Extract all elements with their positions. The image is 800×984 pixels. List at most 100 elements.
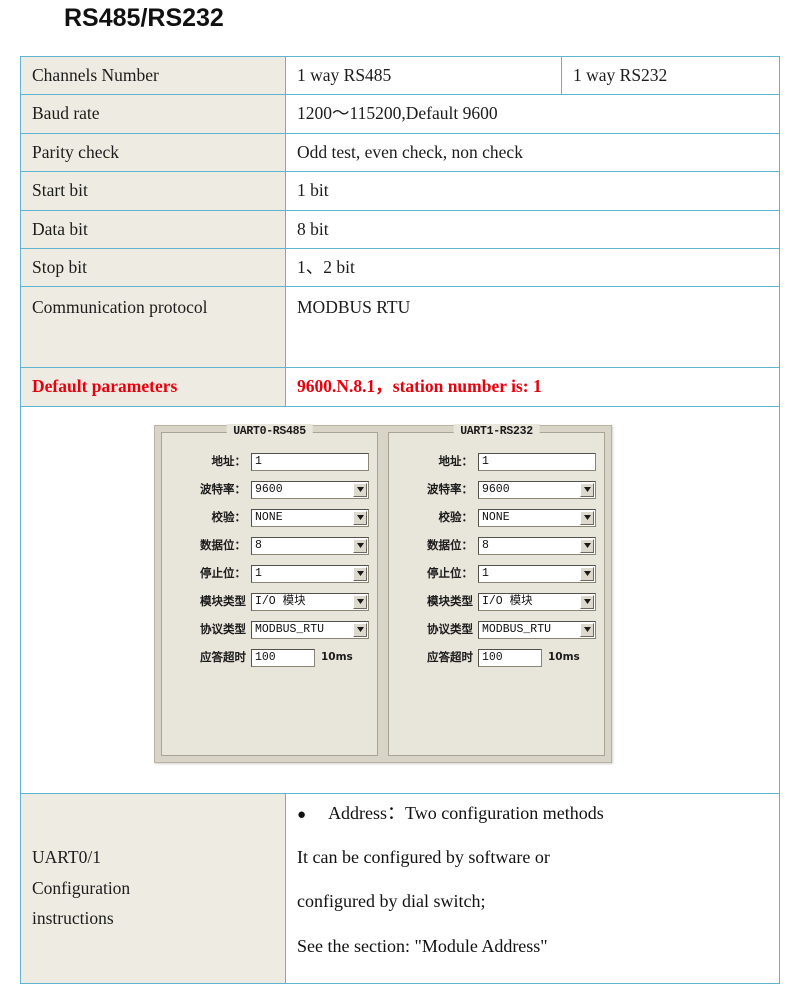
field-value: 100 — [255, 650, 276, 664]
chevron-down-icon[interactable] — [353, 482, 367, 497]
field-value: MODBUS_RTU — [255, 622, 325, 636]
table-row: Data bit 8 bit — [20, 209, 780, 249]
chevron-down-icon[interactable] — [353, 566, 367, 581]
field-label: 地址： — [438, 453, 474, 468]
stopbits-select[interactable]: 1 — [478, 564, 596, 583]
baudrate-select[interactable]: 9600 — [478, 480, 596, 499]
instruction-line: It can be configured by software or — [297, 847, 550, 868]
chevron-down-icon[interactable] — [580, 538, 594, 553]
field-protocol-type: 协议类型 MODBUS_RTU — [170, 617, 369, 643]
chevron-down-icon[interactable] — [353, 622, 367, 637]
stopbits-select[interactable]: 1 — [251, 564, 369, 583]
protocol-type-select[interactable]: MODBUS_RTU — [478, 620, 596, 639]
field-stopbits: 停止位： 1 — [170, 561, 369, 587]
field-response-timeout: 应答超时 100 10ms — [397, 645, 596, 671]
chevron-down-icon[interactable] — [580, 622, 594, 637]
field-value: I/O 模块 — [255, 594, 306, 608]
table-row-instructions: UART0/1 Configuration instructions ● Addr… — [20, 792, 780, 984]
field-label: 协议类型 — [200, 621, 246, 636]
row-label: Communication protocol — [20, 286, 286, 369]
module-type-select[interactable]: I/O 模块 — [251, 592, 369, 611]
row-value: 1200～115200,Default 9600 — [285, 94, 780, 134]
field-label: 校验： — [211, 509, 247, 524]
parity-select[interactable]: NONE — [478, 508, 596, 527]
chevron-down-icon[interactable] — [353, 538, 367, 553]
uart0-group: UART0-RS485 地址： 1 波特率： 9600 校验： NONE 数据位… — [161, 423, 378, 756]
table-row: Baud rate 1200～115200,Default 9600 — [20, 94, 780, 134]
table-row-screenshot: UART0-RS485 地址： 1 波特率： 9600 校验： NONE 数据位… — [20, 405, 780, 794]
instructions-label-line: instructions — [32, 908, 114, 929]
response-timeout-input[interactable]: 100 — [251, 648, 315, 667]
row-label: Default parameters — [20, 367, 286, 407]
field-address: 地址： 1 — [170, 449, 369, 475]
chevron-down-icon[interactable] — [353, 594, 367, 609]
chevron-down-icon[interactable] — [353, 510, 367, 525]
row-label: Parity check — [20, 132, 286, 173]
field-protocol-type: 协议类型 MODBUS_RTU — [397, 617, 596, 643]
field-databits: 数据位： 8 — [397, 533, 596, 559]
chevron-down-icon[interactable] — [580, 482, 594, 497]
databits-select[interactable]: 8 — [251, 536, 369, 555]
address-input[interactable]: 1 — [478, 452, 596, 471]
field-value: 9600 — [482, 482, 510, 496]
row-value-b: 1 way RS232 — [561, 55, 780, 96]
instruction-text: Address：Two configuration methods — [328, 802, 604, 823]
configuration-software-screenshot: UART0-RS485 地址： 1 波特率： 9600 校验： NONE 数据位… — [20, 405, 780, 794]
field-label: 波特率： — [200, 481, 246, 496]
field-value: 100 — [482, 650, 503, 664]
field-label: 校验： — [438, 509, 474, 524]
uart1-group-title: UART1-RS232 — [453, 423, 540, 441]
instruction-line: See the section: "Module Address" — [297, 935, 548, 956]
table-row: Default parameters 9600.N.8.1，station nu… — [20, 367, 780, 407]
table-row: Communication protocol MODBUS RTU — [20, 286, 780, 369]
field-address: 地址： 1 — [397, 449, 596, 475]
field-stopbits: 停止位： 1 — [397, 561, 596, 587]
response-timeout-input[interactable]: 100 — [478, 648, 542, 667]
table-row: Parity check Odd test, even check, non c… — [20, 132, 780, 173]
field-value: 9600 — [255, 482, 283, 496]
table-row: Start bit 1 bit — [20, 171, 780, 211]
row-value: 8 bit — [285, 209, 780, 249]
module-type-select[interactable]: I/O 模块 — [478, 592, 596, 611]
specification-table: Channels Number 1 way RS485 1 way RS232 … — [20, 55, 780, 984]
baudrate-select[interactable]: 9600 — [251, 480, 369, 499]
field-value: 1 — [482, 566, 489, 580]
address-input[interactable]: 1 — [251, 452, 369, 471]
timeout-unit-label: 10ms — [548, 651, 580, 664]
row-value-a: 1 way RS485 — [285, 55, 562, 96]
field-value: 8 — [482, 538, 489, 552]
databits-select[interactable]: 8 — [478, 536, 596, 555]
field-baudrate: 波特率： 9600 — [170, 477, 369, 503]
field-label: 数据位： — [200, 537, 246, 552]
timeout-unit-label: 10ms — [321, 651, 353, 664]
field-label: 波特率： — [427, 481, 473, 496]
field-value: I/O 模块 — [482, 594, 533, 608]
row-label: Data bit — [20, 209, 286, 249]
row-value: MODBUS RTU — [285, 286, 780, 369]
instruction-line: configured by dial switch; — [297, 891, 486, 912]
field-module-type: 模块类型 I/O 模块 — [397, 589, 596, 615]
instructions-body: ● Address：Two configuration methods It ca… — [285, 792, 780, 984]
field-value: 8 — [255, 538, 262, 552]
instruction-line-bulleted: ● Address：Two configuration methods — [297, 800, 768, 827]
row-value: 1、2 bit — [285, 247, 780, 288]
field-parity: 校验： NONE — [170, 505, 369, 531]
uart0-group-title: UART0-RS485 — [226, 423, 313, 441]
field-label: 协议类型 — [427, 621, 473, 636]
field-label: 应答超时 — [427, 649, 473, 664]
chevron-down-icon[interactable] — [580, 566, 594, 581]
field-value: NONE — [255, 510, 283, 524]
field-label: 地址： — [211, 453, 247, 468]
protocol-type-select[interactable]: MODBUS_RTU — [251, 620, 369, 639]
field-parity: 校验： NONE — [397, 505, 596, 531]
bullet-icon: ● — [297, 806, 307, 823]
chevron-down-icon[interactable] — [580, 594, 594, 609]
field-databits: 数据位： 8 — [170, 533, 369, 559]
field-label: 数据位： — [427, 537, 473, 552]
field-value: MODBUS_RTU — [482, 622, 552, 636]
parity-select[interactable]: NONE — [251, 508, 369, 527]
row-label: Channels Number — [20, 55, 286, 96]
field-value: 1 — [255, 454, 262, 468]
field-label: 停止位： — [200, 565, 246, 580]
chevron-down-icon[interactable] — [580, 510, 594, 525]
